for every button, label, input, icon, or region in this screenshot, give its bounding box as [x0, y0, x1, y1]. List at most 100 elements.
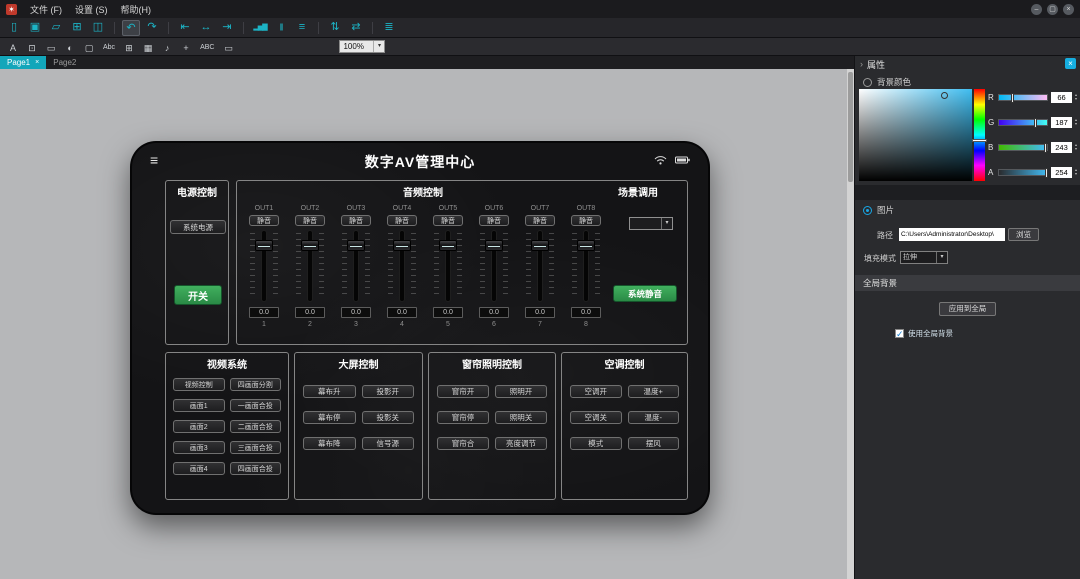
mute-button[interactable]: 静音 [479, 215, 509, 226]
combine4-button[interactable]: 四画面合投 [230, 462, 282, 475]
system-power-button[interactable]: 系统电源 [170, 220, 226, 234]
image-radio[interactable] [863, 206, 872, 215]
canvas-scrollbar[interactable] [847, 69, 854, 579]
fader-knob[interactable] [347, 240, 365, 251]
mute-button[interactable]: 静音 [295, 215, 325, 226]
combine3-button[interactable]: 三画面合投 [230, 441, 282, 454]
design-canvas[interactable]: ≡ 数字AV管理中心 电源控制 系统电源 开关 音频控制 [0, 69, 854, 579]
slider-thumb[interactable] [1045, 168, 1048, 178]
mute-button[interactable]: 静音 [341, 215, 371, 226]
brightness-button[interactable]: 亮度调节 [495, 437, 547, 450]
tab-close-icon[interactable]: × [35, 59, 39, 66]
minimize-button[interactable]: – [1031, 4, 1042, 15]
grid-tool-icon[interactable]: ▦ [140, 40, 156, 54]
hue-bar[interactable] [974, 89, 985, 181]
abc-tool-icon[interactable]: ABC [197, 40, 217, 54]
fan-swing-button[interactable]: 摆风 [628, 437, 680, 450]
save-all-icon[interactable]: ⊞ [68, 20, 86, 36]
screen2-button[interactable]: 画面2 [173, 420, 225, 433]
use-global-checkbox[interactable]: ✓ [895, 329, 904, 338]
curtain-open-button[interactable]: 窗帘开 [437, 385, 489, 398]
list-icon[interactable]: ≣ [380, 20, 398, 36]
mute-button[interactable]: 静音 [571, 215, 601, 226]
red-value[interactable]: 66 [1051, 92, 1072, 103]
numpad-tool-icon[interactable]: ⊞ [121, 40, 137, 54]
save-icon[interactable]: ▣ [26, 20, 44, 36]
light-on-button[interactable]: 照明开 [495, 385, 547, 398]
toggle-tool-icon[interactable]: ◐ [62, 40, 78, 54]
volume-fader[interactable] [384, 228, 420, 304]
preview-icon[interactable]: ◫ [89, 20, 107, 36]
slider-thumb[interactable] [1011, 93, 1014, 103]
combine2-button[interactable]: 二画面合投 [230, 420, 282, 433]
mute-button[interactable]: 静音 [525, 215, 555, 226]
ac-off-button[interactable]: 空调关 [570, 411, 622, 424]
fader-knob[interactable] [439, 240, 457, 251]
fader-knob[interactable] [485, 240, 503, 251]
switch-tool-icon[interactable]: ▭ [43, 40, 59, 54]
mute-button[interactable]: 静音 [433, 215, 463, 226]
green-value[interactable]: 187 [1051, 117, 1072, 128]
distribute-horizontal-icon[interactable]: ⇄ [347, 20, 365, 36]
align-center-horizontal-icon[interactable]: ↔ [197, 20, 215, 36]
spinner-icon[interactable]: ▴▾ [1075, 93, 1077, 101]
quad-split-button[interactable]: 四画面分割 [230, 378, 282, 391]
temp-down-button[interactable]: 温度- [628, 411, 680, 424]
chevron-down-icon[interactable]: ▾ [661, 218, 672, 229]
menu-settings[interactable]: 设置 (S) [75, 3, 108, 16]
chevron-down-icon[interactable]: ▾ [373, 41, 384, 52]
alpha-value[interactable]: 254 [1051, 167, 1072, 178]
volume-fader[interactable] [246, 228, 282, 304]
fader-knob[interactable] [577, 240, 595, 251]
browse-button[interactable]: 浏览 [1008, 228, 1039, 241]
scrollbar-thumb[interactable] [848, 72, 853, 182]
crosshair-tool-icon[interactable]: + [178, 40, 194, 54]
path-input[interactable]: C:\Users\Administrator\Desktop\ [899, 228, 1005, 241]
menu-file[interactable]: 文件 (F) [30, 3, 62, 16]
apply-global-button[interactable]: 应用到全局 [939, 302, 996, 316]
image-tool-icon[interactable]: ▢ [81, 40, 97, 54]
fader-knob[interactable] [301, 240, 319, 251]
maximize-button[interactable]: ▢ [1047, 4, 1058, 15]
hue-marker[interactable] [972, 139, 987, 142]
red-slider[interactable] [998, 94, 1048, 101]
green-slider[interactable] [998, 119, 1048, 126]
screen1-button[interactable]: 画面1 [173, 399, 225, 412]
align-left-icon[interactable]: ⇤ [176, 20, 194, 36]
curtain-down-button[interactable]: 幕布降 [303, 437, 356, 450]
bar-chart-icon[interactable]: ▂▅▇ [251, 20, 269, 36]
mute-button[interactable]: 静音 [249, 215, 279, 226]
button-tool-icon[interactable]: ⊡ [24, 40, 40, 54]
power-switch-button[interactable]: 开关 [174, 285, 222, 305]
ac-on-button[interactable]: 空调开 [570, 385, 622, 398]
chevron-down-icon[interactable]: ▾ [936, 252, 947, 263]
mic-tool-icon[interactable]: ♪ [159, 40, 175, 54]
projector-on-button[interactable]: 投影开 [362, 385, 415, 398]
spinner-icon[interactable]: ▴▾ [1075, 143, 1077, 151]
av-panel-mockup[interactable]: ≡ 数字AV管理中心 电源控制 系统电源 开关 音频控制 [130, 141, 710, 515]
curtain-stop-button[interactable]: 幕布停 [303, 411, 356, 424]
volume-fader[interactable] [430, 228, 466, 304]
slider-thumb[interactable] [1044, 143, 1047, 153]
undo-icon[interactable]: ↶ [122, 20, 140, 36]
volume-fader[interactable] [476, 228, 512, 304]
temp-up-button[interactable]: 温度+ [628, 385, 680, 398]
curtain-close-button[interactable]: 窗帘合 [437, 437, 489, 450]
scene-dropdown[interactable]: ▾ [629, 217, 673, 230]
light-off-button[interactable]: 照明关 [495, 411, 547, 424]
blue-value[interactable]: 243 [1051, 142, 1072, 153]
volume-fader[interactable] [568, 228, 604, 304]
columns-icon[interactable]: ||| [272, 20, 290, 36]
label-tool-icon[interactable]: Abc [100, 40, 118, 54]
curtain-pause-button[interactable]: 窗帘停 [437, 411, 489, 424]
panel-close-icon[interactable]: × [1065, 58, 1076, 69]
mute-button[interactable]: 静音 [387, 215, 417, 226]
video-control-button[interactable]: 视频控制 [173, 378, 225, 391]
tab-page2[interactable]: Page2 [46, 56, 83, 69]
fader-knob[interactable] [531, 240, 549, 251]
slider-thumb[interactable] [1034, 118, 1037, 128]
screen3-button[interactable]: 画面3 [173, 441, 225, 454]
screen4-button[interactable]: 画面4 [173, 462, 225, 475]
volume-fader[interactable] [338, 228, 374, 304]
blue-slider[interactable] [998, 144, 1048, 151]
